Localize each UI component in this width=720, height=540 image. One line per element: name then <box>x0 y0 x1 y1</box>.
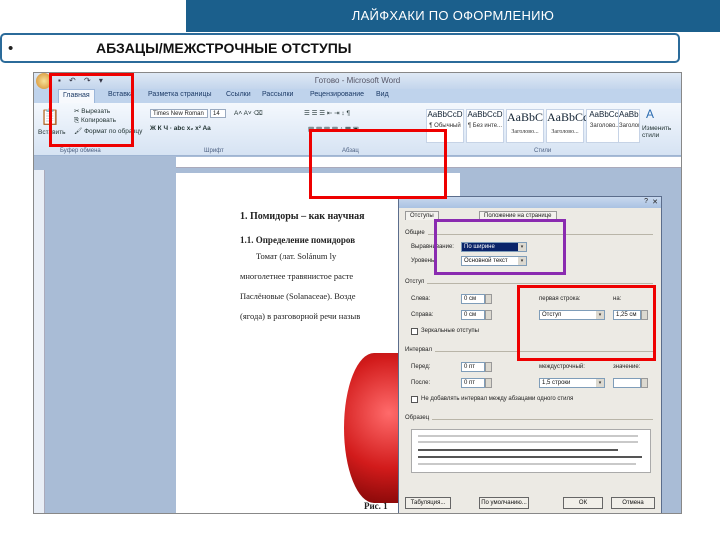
word-screenshot: ▪ ↶ ↷ ▾ Готово - Microsoft Word Главная … <box>33 72 682 514</box>
grow-shrink-icons[interactable]: A˄ A˅ ⌫ <box>234 109 263 117</box>
highlight-first-line <box>517 285 656 361</box>
doc-line-3: Паслёновые (Solanaceae). Возде <box>240 291 356 301</box>
at-field[interactable] <box>613 378 641 388</box>
indent-separator <box>405 283 653 284</box>
vertical-ruler[interactable] <box>34 170 45 513</box>
after-label: После: <box>411 380 431 386</box>
style-heading2[interactable]: AaBbCc Заголово... <box>546 109 588 143</box>
after-spinner[interactable] <box>485 378 492 388</box>
font-format-icons[interactable]: Ж К Ч · abc x₂ x² Aa <box>150 125 211 132</box>
before-spinner[interactable] <box>485 362 492 372</box>
highlight-paragraph-group <box>309 129 447 199</box>
at-spinner[interactable] <box>641 378 648 388</box>
close-icon[interactable]: ✕ <box>652 198 658 206</box>
tabs-button[interactable]: Табуляция... <box>405 497 451 509</box>
before-label: Перед: <box>411 364 431 370</box>
help-icon[interactable]: ? <box>644 198 648 205</box>
cancel-button[interactable]: Отмена <box>611 497 655 509</box>
tab-view[interactable]: Вид <box>376 91 389 98</box>
font-size-combo[interactable]: 14 <box>210 109 226 118</box>
at-label: значение: <box>613 364 641 370</box>
styles-group-label: Стили <box>534 148 552 154</box>
font-name-combo[interactable]: Times New Roman <box>150 109 208 118</box>
left-indent-spinner[interactable] <box>485 294 492 304</box>
sample-label: Образец <box>405 415 433 421</box>
right-indent-spinner[interactable] <box>485 310 492 320</box>
doc-line-2: многолетнее травянистое расте <box>240 271 354 281</box>
no-space-checkbox[interactable] <box>411 396 418 403</box>
left-label: Слева: <box>411 296 431 302</box>
doc-line-1: Томат (лат. Solánum ly <box>256 251 337 261</box>
no-space-label: Не добавлять интервал между абзацами одн… <box>421 396 574 402</box>
line-spacing-select[interactable]: 1,5 строки ▾ <box>539 378 605 388</box>
style-heading4[interactable]: AaBbCcIЗаголово... <box>618 109 640 143</box>
list-icons[interactable]: ☰ ☰ ☰ ⇤ ⇥ ↕ ¶ <box>304 109 350 117</box>
right-indent-field[interactable]: 0 см <box>461 310 485 320</box>
figure-caption: Рис. 1 <box>364 501 388 511</box>
ok-button[interactable]: ОК <box>563 497 603 509</box>
slide-title: ЛАЙФХАКИ ПО ОФОРМЛЕНИЮ <box>186 0 720 32</box>
level-label: Уровень: <box>411 258 436 264</box>
mirror-indents-checkbox[interactable] <box>411 328 418 335</box>
font-group-label: Шрифт <box>204 148 224 154</box>
before-field[interactable]: 0 пт <box>461 362 485 372</box>
spacing-label: Интервал <box>405 347 435 353</box>
clipboard-group-label: Буфер обмена <box>60 148 101 154</box>
tab-references[interactable]: Ссылки <box>226 91 251 98</box>
mirror-indents-label: Зеркальные отступы <box>421 328 479 334</box>
bullet: • <box>8 40 14 57</box>
general-label: Общие <box>405 230 428 236</box>
doc-heading: 1. Помидоры – как научная <box>240 211 365 222</box>
slide-subtitle: АБЗАЦЫ/МЕЖСТРОЧНЫЕ ОТСТУПЫ <box>96 40 352 56</box>
tab-mailings[interactable]: Рассылки <box>262 91 293 98</box>
tomato-image <box>344 353 404 503</box>
sample-preview <box>411 429 651 473</box>
default-button[interactable]: По умолчанию... <box>479 497 529 509</box>
right-label: Справа: <box>411 312 434 318</box>
subtitle-box: • АБЗАЦЫ/МЕЖСТРОЧНЫЕ ОТСТУПЫ <box>0 33 680 63</box>
left-indent-field[interactable]: 0 см <box>461 294 485 304</box>
line-spacing-label: междустрочный: <box>539 364 585 370</box>
tab-review[interactable]: Рецензирование <box>310 91 364 98</box>
after-field[interactable]: 0 пт <box>461 378 485 388</box>
sample-separator <box>405 419 653 420</box>
doc-line-4: (ягода) в разговорной речи назыв <box>240 311 361 321</box>
tab-page-layout[interactable]: Разметка страницы <box>148 91 212 98</box>
style-no-spacing[interactable]: AaBbCcD ¶ Без инте... <box>466 109 504 143</box>
highlight-general <box>434 219 566 275</box>
highlight-clipboard <box>49 73 134 147</box>
doc-subheading: 1.1. Определение помидоров <box>240 235 356 245</box>
change-styles-button[interactable]: Изменить стили <box>642 125 678 139</box>
change-styles-icon[interactable]: A <box>646 107 654 121</box>
style-heading1[interactable]: AaBbC Заголово... <box>506 109 544 143</box>
indent-label: Отступ <box>405 279 428 285</box>
